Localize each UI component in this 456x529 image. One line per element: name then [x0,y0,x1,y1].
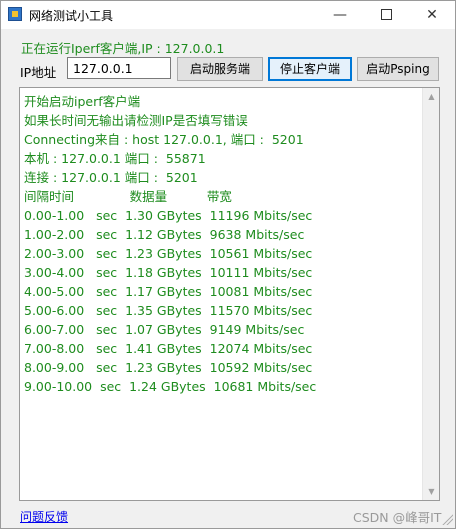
close-icon: ✕ [426,7,438,23]
log-output[interactable]: 开始启动iperf客户端 如果长时间无输出请检测IP是否填写错误 Connect… [19,87,440,501]
log-line: 5.00-6.00 sec 1.35 GBytes 11570 Mbits/se… [24,303,313,318]
start-psping-button[interactable]: 启动Psping [357,57,439,81]
log-line: 0.00-1.00 sec 1.30 GBytes 11196 Mbits/se… [24,208,313,223]
log-scrollbar[interactable]: ▲ ▼ [422,88,439,500]
log-line: 3.00-4.00 sec 1.18 GBytes 10111 Mbits/se… [24,265,313,280]
status-text: 正在运行Iperf客户端,IP : 127.0.0.1 [21,41,225,56]
log-line: 开始启动iperf客户端 [24,94,141,109]
log-line: Connecting来自 : host 127.0.0.1, 端口 : 5201 [24,132,304,147]
ip-label: IP地址 [20,65,57,80]
log-lines: 开始启动iperf客户端 如果长时间无输出请检测IP是否填写错误 Connect… [24,92,421,396]
minimize-icon: — [333,7,347,23]
watermark: CSDN @峰哥IT [353,510,442,525]
log-line: 本机 : 127.0.0.1 端口 : 55871 [24,151,206,166]
maximize-button[interactable] [363,1,409,29]
log-line: 6.00-7.00 sec 1.07 GBytes 9149 Mbits/sec [24,322,305,337]
scroll-up-arrow-icon[interactable]: ▲ [423,88,439,105]
feedback-link[interactable]: 问题反馈 [20,508,68,525]
log-line: 连接 : 127.0.0.1 端口 : 5201 [24,170,198,185]
log-line: 间隔时间 数据量 带宽 [24,189,232,204]
log-line: 如果长时间无输出请检测IP是否填写错误 [24,113,248,128]
minimize-button[interactable]: — [317,1,363,29]
log-line: 1.00-2.00 sec 1.12 GBytes 9638 Mbits/sec [24,227,305,242]
log-line: 9.00-10.00 sec 1.24 GBytes 10681 Mbits/s… [24,379,317,394]
title-bar[interactable]: 网络测试小工具 — ✕ [1,1,455,29]
app-window: 网络测试小工具 — ✕ 正在运行Iperf客户端,IP : 127.0.0.1 … [0,0,456,529]
log-line: 8.00-9.00 sec 1.23 GBytes 10592 Mbits/se… [24,360,313,375]
scroll-down-arrow-icon[interactable]: ▼ [423,483,439,500]
close-button[interactable]: ✕ [409,1,455,29]
log-line: 2.00-3.00 sec 1.23 GBytes 10561 Mbits/se… [24,246,313,261]
log-line: 4.00-5.00 sec 1.17 GBytes 10081 Mbits/se… [24,284,313,299]
maximize-icon [380,8,392,20]
app-icon [8,7,22,21]
log-line: 7.00-8.00 sec 1.41 GBytes 12074 Mbits/se… [24,341,313,356]
resize-grip[interactable] [441,513,453,525]
window-title: 网络测试小工具 [29,9,114,23]
stop-client-button[interactable]: 停止客户端 [268,57,352,81]
start-server-button[interactable]: 启动服务端 [177,57,263,81]
ip-input[interactable] [67,57,171,79]
